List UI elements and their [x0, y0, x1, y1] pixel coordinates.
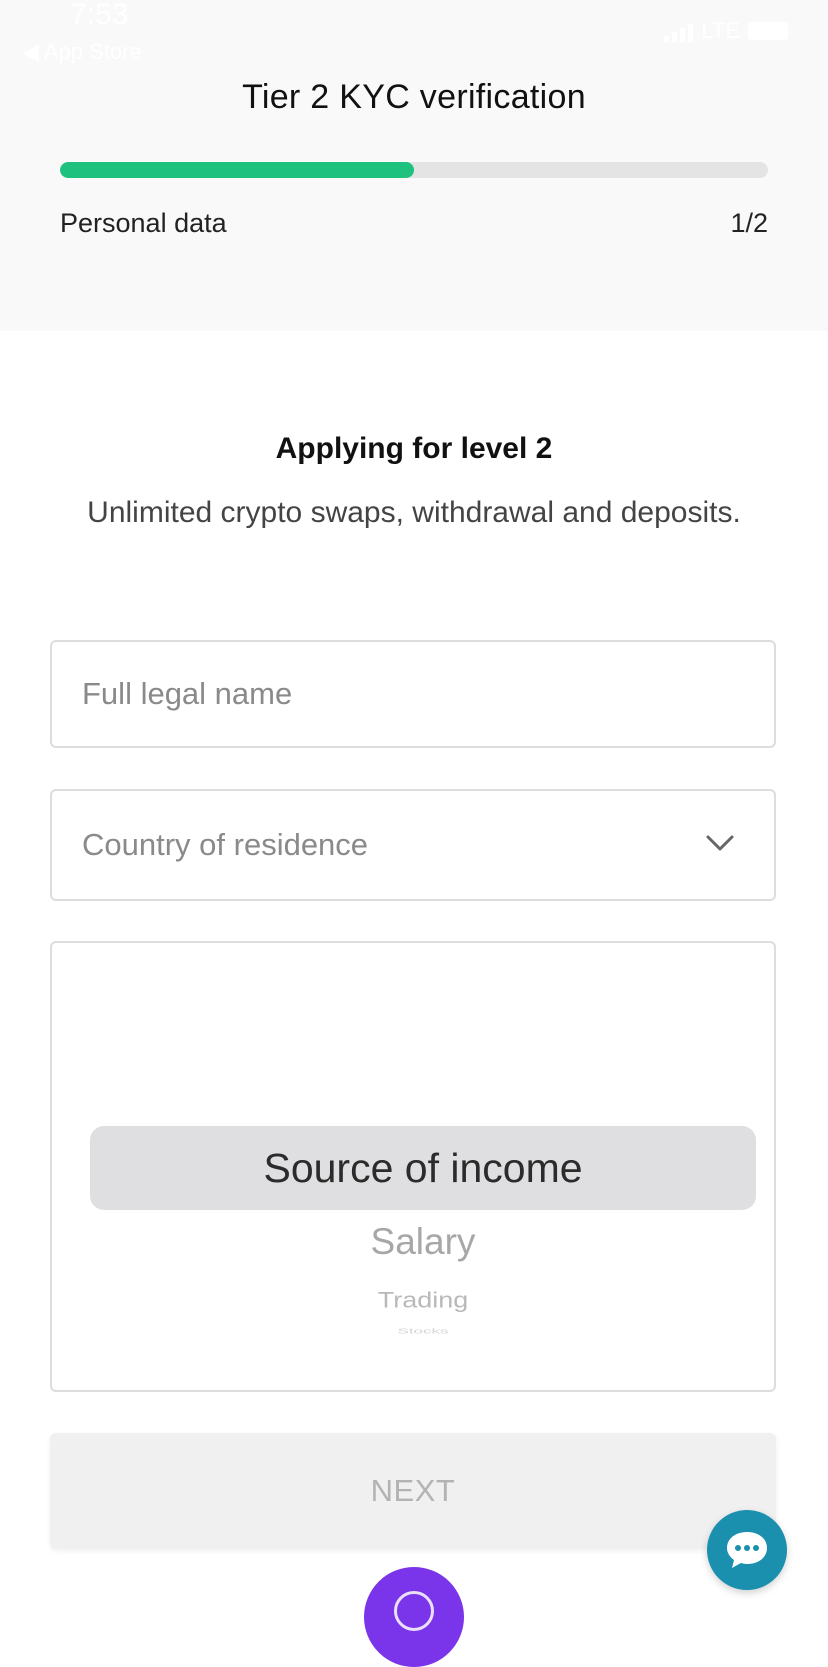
full-name-input[interactable] — [82, 642, 722, 746]
page-title: Tier 2 KYC verification — [242, 78, 586, 116]
country-select-placeholder: Country of residence — [82, 827, 369, 862]
chat-button[interactable] — [707, 1510, 787, 1590]
step-count: 1/2 — [730, 208, 768, 238]
bottom-action-button[interactable] — [364, 1567, 464, 1667]
chat-bubble-icon — [727, 1532, 767, 1568]
chevron-down-icon — [706, 835, 734, 851]
picker-option-trading[interactable]: Trading — [90, 1286, 756, 1314]
next-button[interactable]: NEXT — [50, 1433, 776, 1549]
status-indicators: LTE — [664, 18, 788, 44]
income-source-picker[interactable]: Source of income Salary Trading Stocks — [50, 941, 776, 1392]
progress-fill — [60, 162, 414, 178]
level-description: Unlimited crypto swaps, withdrawal and d… — [87, 496, 741, 529]
back-to-app-store-link[interactable]: ◀ App Store — [22, 40, 142, 64]
progress-bar — [60, 162, 768, 178]
signal-icon — [664, 20, 694, 42]
circle-icon — [394, 1591, 434, 1631]
level-heading: Applying for level 2 — [275, 432, 553, 465]
status-bar: 7:53 ◀ App Store LTE — [0, 0, 828, 70]
country-select[interactable]: Country of residence — [50, 789, 776, 901]
battery-icon — [748, 22, 788, 40]
network-label: LTE — [701, 18, 740, 43]
picker-option-stocks[interactable]: Stocks — [90, 1328, 756, 1333]
full-name-field[interactable] — [50, 640, 776, 748]
picker-option-salary[interactable]: Salary — [90, 1217, 756, 1267]
status-time: 7:53 — [70, 0, 129, 31]
step-label: Personal data — [60, 208, 227, 238]
picker-option-selected[interactable]: Source of income — [90, 1126, 756, 1210]
